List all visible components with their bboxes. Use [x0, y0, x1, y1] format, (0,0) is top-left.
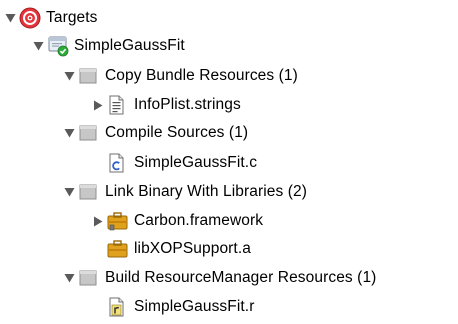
targets-outline-view: Targets SimpleGaussFit Copy Bundle Resou… — [0, 0, 458, 324]
build-phase-folder-icon — [78, 64, 100, 88]
strings-file-icon — [107, 93, 129, 117]
tree-row-targets[interactable]: Targets — [4, 6, 98, 30]
framework-icon — [107, 209, 129, 233]
tree-row-library-libxopsupport[interactable]: libXOPSupport.a — [107, 237, 251, 261]
tree-row-label: Targets — [46, 9, 98, 26]
tree-row-file-infoplist-strings[interactable]: InfoPlist.strings — [92, 93, 241, 117]
tree-row-label: SimpleGaussFit.r — [134, 298, 255, 315]
tree-row-label: Carbon.framework — [134, 212, 264, 229]
disclosure-triangle-expanded-icon[interactable] — [63, 266, 75, 290]
disclosure-triangle-expanded-icon[interactable] — [63, 64, 75, 88]
disclosure-triangle-expanded-icon[interactable] — [32, 34, 44, 58]
tree-row-label: Link Binary With Libraries (2) — [105, 183, 307, 200]
static-library-icon — [107, 237, 129, 261]
tree-row-target-simplegaussfit[interactable]: SimpleGaussFit — [32, 34, 185, 58]
disclosure-triangle-expanded-icon[interactable] — [4, 6, 16, 30]
tree-row-phase-build-resourcemanager-resources[interactable]: Build ResourceManager Resources (1) — [63, 266, 376, 290]
application-target-icon — [47, 34, 69, 58]
disclosure-triangle-expanded-icon[interactable] — [63, 180, 75, 204]
tree-row-framework-carbon[interactable]: Carbon.framework — [92, 209, 263, 233]
tree-row-label: SimpleGaussFit — [74, 37, 185, 54]
disclosure-triangle-collapsed-icon[interactable] — [92, 209, 104, 233]
tree-row-label: Copy Bundle Resources (1) — [105, 67, 298, 84]
tree-row-phase-compile-sources[interactable]: Compile Sources (1) — [63, 121, 248, 145]
disclosure-triangle-collapsed-icon[interactable] — [92, 93, 104, 117]
tree-row-label: InfoPlist.strings — [134, 96, 241, 113]
build-phase-folder-icon — [78, 121, 100, 145]
build-phase-folder-icon — [78, 180, 100, 204]
disclosure-triangle-expanded-icon[interactable] — [63, 121, 75, 145]
tree-row-label: Compile Sources (1) — [105, 124, 249, 141]
c-source-file-icon — [107, 151, 129, 175]
tree-row-label: Build ResourceManager Resources (1) — [105, 269, 377, 286]
tree-row-phase-copy-bundle-resources[interactable]: Copy Bundle Resources (1) — [63, 64, 298, 88]
rez-file-icon — [107, 295, 129, 319]
tree-row-phase-link-binary-with-libraries[interactable]: Link Binary With Libraries (2) — [63, 180, 307, 204]
target-icon — [19, 6, 41, 30]
tree-row-label: libXOPSupport.a — [134, 240, 251, 257]
tree-row-file-simplegaussfit-r[interactable]: SimpleGaussFit.r — [107, 295, 254, 319]
build-phase-folder-icon — [78, 266, 100, 290]
tree-row-label: SimpleGaussFit.c — [134, 154, 258, 171]
tree-row-file-simplegaussfit-c[interactable]: SimpleGaussFit.c — [107, 151, 257, 175]
